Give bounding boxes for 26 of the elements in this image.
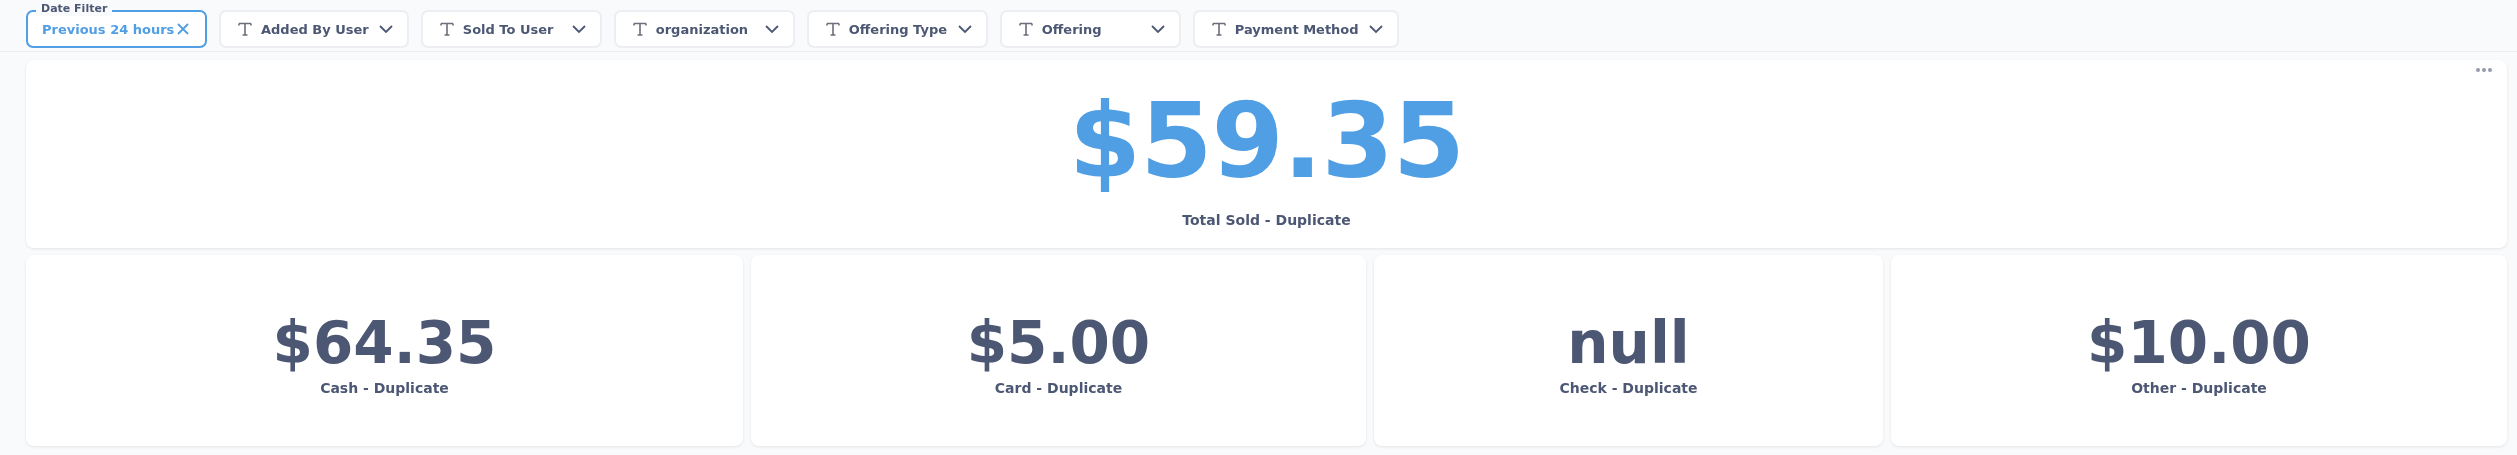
metric-value: $5.00	[966, 309, 1151, 376]
metric-label: Cash - Duplicate	[320, 379, 449, 396]
more-options-icon	[2475, 67, 2493, 73]
filter-dropdown[interactable]: Added By User	[219, 10, 409, 48]
metric-value: null	[1567, 309, 1690, 376]
filter-dropdown[interactable]: Offering Type	[806, 10, 988, 48]
filter-dropdown[interactable]: Offering	[999, 10, 1181, 48]
metric-label: Other - Duplicate	[2131, 379, 2267, 396]
metric-value: $10.00	[2087, 309, 2311, 376]
text-type-icon	[824, 21, 841, 37]
metric-label: Check - Duplicate	[1559, 379, 1698, 396]
filter-dropdown[interactable]: organization	[613, 10, 795, 48]
text-type-icon	[438, 21, 455, 37]
metric-label: Total Sold - Duplicate	[1182, 212, 1351, 228]
text-type-icon	[237, 21, 253, 37]
filter-dropdown[interactable]: Sold To User	[420, 10, 602, 48]
metric-value: $59.35	[1068, 82, 1465, 200]
filter-legend: Date Filter	[36, 2, 113, 16]
filter-dropdown[interactable]: Payment Method	[1192, 10, 1399, 48]
text-type-icon	[1017, 21, 1034, 37]
text-type-icon	[631, 21, 648, 37]
filter-value: Previous 24 hours	[42, 21, 175, 37]
text-type-icon	[1210, 21, 1227, 37]
close-icon	[175, 21, 191, 37]
metric-label: Card - Duplicate	[994, 379, 1123, 396]
metric-value: $64.35	[272, 309, 497, 376]
